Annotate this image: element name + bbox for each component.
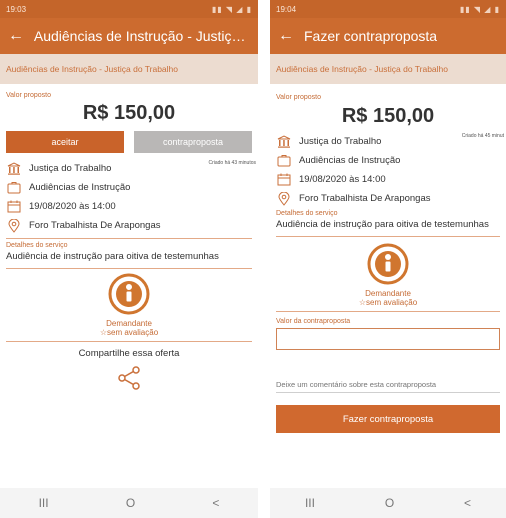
price-value: R$ 150,00 xyxy=(341,105,435,127)
user-logo-icon xyxy=(108,273,150,315)
page-title: Audiências de Instrução - Justiça... xyxy=(33,28,250,44)
price-label: Valor proposto xyxy=(276,94,322,101)
comment-input[interactable] xyxy=(276,377,500,393)
system-nav-bar: III O < xyxy=(270,488,506,518)
location-pin-icon xyxy=(6,218,22,233)
location-pin-icon xyxy=(276,191,292,206)
status-icons: ▮▮ ◥ ◢ ▮ xyxy=(459,4,500,14)
screen-counter-offer: 19:04 ▮▮ ◥ ◢ ▮ ← Fazer contraproposta Au… xyxy=(270,0,506,518)
rating-label: ☆sem avaliação xyxy=(358,298,418,307)
info-date: 19/08/2020 às 14:00 xyxy=(0,197,258,216)
court-icon xyxy=(6,162,22,176)
system-back-button[interactable]: < xyxy=(464,496,471,510)
counter-offer-button[interactable]: contraproposta xyxy=(134,131,252,153)
app-bar: ← Audiências de Instrução - Justiça... xyxy=(0,18,258,54)
rating-label: ☆sem avaliação xyxy=(99,328,159,337)
place-text: Foro Trabalhista De Arapongas xyxy=(299,193,431,204)
divider xyxy=(6,238,252,239)
type-text: Audiências de Instrução xyxy=(299,155,401,166)
system-nav-bar: III O < xyxy=(0,488,258,518)
status-bar: 19:04 ▮▮ ◥ ◢ ▮ xyxy=(270,0,506,18)
type-text: Audiências de Instrução xyxy=(29,182,131,193)
info-place: Foro Trabalhista De Arapongas xyxy=(0,216,258,235)
briefcase-icon xyxy=(6,181,22,195)
home-button[interactable]: O xyxy=(126,496,135,510)
created-time: Criado há 43 minutos xyxy=(208,160,256,166)
breadcrumb: Audiências de Instrução - Justiça do Tra… xyxy=(0,54,258,84)
action-buttons: aceitar contraproposta xyxy=(0,131,258,153)
place-text: Foro Trabalhista De Arapongas xyxy=(29,220,161,231)
share-icon[interactable] xyxy=(116,365,142,391)
counter-value-label: Valor da contraproposta xyxy=(276,318,351,325)
created-time: Criado há 45 minut xyxy=(461,133,504,139)
details-label: Detalhes do serviço xyxy=(6,242,68,249)
date-text: 19/08/2020 às 14:00 xyxy=(29,201,116,212)
info-date: 19/08/2020 às 14:00 xyxy=(270,170,506,189)
screen-offer-details: 19:03 ▮▮ ◥ ◢ ▮ ← Audiências de Instrução… xyxy=(0,0,258,518)
app-bar: ← Fazer contraproposta xyxy=(270,18,506,54)
divider xyxy=(6,341,252,342)
page-title: Fazer contraproposta xyxy=(304,28,438,44)
divider xyxy=(276,236,500,237)
details-text: Audiência de instrução para oitiva de te… xyxy=(6,251,219,262)
court-text: Justiça do Trabalho xyxy=(29,163,112,174)
status-time: 19:03 xyxy=(6,4,27,14)
price-label: Valor proposto xyxy=(6,92,52,99)
accept-button[interactable]: aceitar xyxy=(6,131,124,153)
price-value: R$ 150,00 xyxy=(82,102,176,124)
home-button[interactable]: O xyxy=(385,496,394,510)
system-back-button[interactable]: < xyxy=(212,496,219,510)
recent-apps-button[interactable]: III xyxy=(305,496,315,510)
role-label: Demandante xyxy=(365,289,411,298)
calendar-icon xyxy=(276,173,292,187)
breadcrumb: Audiências de Instrução - Justiça do Tra… xyxy=(270,54,506,84)
back-arrow-icon[interactable]: ← xyxy=(8,27,34,45)
submit-counter-offer-button[interactable]: Fazer contraproposta xyxy=(276,405,500,433)
status-bar: 19:03 ▮▮ ◥ ◢ ▮ xyxy=(0,0,258,18)
info-place: Foro Trabalhista De Arapongas xyxy=(270,189,506,208)
divider xyxy=(276,311,500,312)
details-text: Audiência de instrução para oitiva de te… xyxy=(276,219,489,230)
info-type: Audiências de Instrução xyxy=(270,151,506,170)
status-time: 19:04 xyxy=(276,4,297,14)
user-logo-icon xyxy=(367,243,409,285)
info-court: Justiça do Trabalho Criado há 43 minutos xyxy=(0,159,258,178)
status-icons: ▮▮ ◥ ◢ ▮ xyxy=(211,4,252,14)
court-text: Justiça do Trabalho xyxy=(299,136,382,147)
briefcase-icon xyxy=(276,154,292,168)
court-icon xyxy=(276,135,292,149)
counter-value-input[interactable] xyxy=(276,328,500,350)
info-court: Justiça do Trabalho Criado há 45 minut xyxy=(270,132,506,151)
calendar-icon xyxy=(6,200,22,214)
share-title: Compartilhe essa oferta xyxy=(78,348,180,359)
details-label: Detalhes do serviço xyxy=(276,210,338,217)
recent-apps-button[interactable]: III xyxy=(39,496,49,510)
date-text: 19/08/2020 às 14:00 xyxy=(299,174,386,185)
back-arrow-icon[interactable]: ← xyxy=(278,27,304,45)
divider xyxy=(6,268,252,269)
info-type: Audiências de Instrução xyxy=(0,178,258,197)
role-label: Demandante xyxy=(106,319,152,328)
